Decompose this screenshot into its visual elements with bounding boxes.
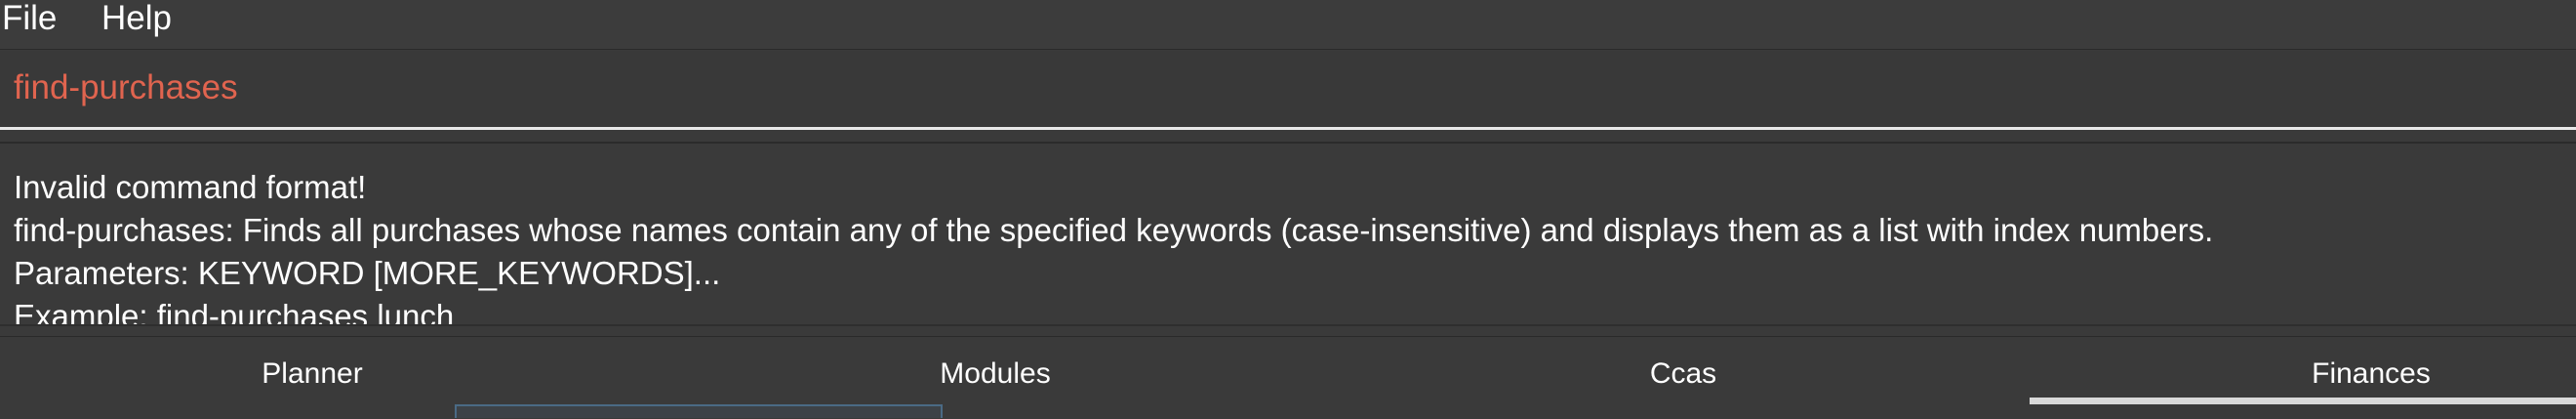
menu-help[interactable]: Help xyxy=(101,0,172,37)
command-box xyxy=(0,51,2576,127)
tab-planner[interactable]: Planner xyxy=(0,337,624,411)
tab-ccas[interactable]: Ccas xyxy=(1371,337,1995,411)
tab-bar: Planner Modules Ccas Finances xyxy=(0,336,2576,419)
result-line: find-purchases: Finds all purchases whos… xyxy=(14,212,2214,248)
result-display[interactable]: Invalid command format! find-purchases: … xyxy=(0,154,2576,324)
active-tab-indicator xyxy=(2030,398,2576,404)
result-line: Parameters: KEYWORD [MORE_KEYWORDS]... xyxy=(14,255,721,291)
result-line: Example: find-purchases lunch xyxy=(14,298,455,324)
result-line: Invalid command format! xyxy=(14,169,367,205)
menu-bar: File Help xyxy=(0,0,2576,50)
command-input[interactable] xyxy=(0,51,2576,125)
menu-file[interactable]: File xyxy=(2,0,57,37)
command-input-underline xyxy=(0,127,2576,130)
tab-content-panel xyxy=(455,404,943,418)
divider xyxy=(0,324,2576,326)
divider xyxy=(0,142,2576,144)
tab-modules[interactable]: Modules xyxy=(683,337,1308,411)
